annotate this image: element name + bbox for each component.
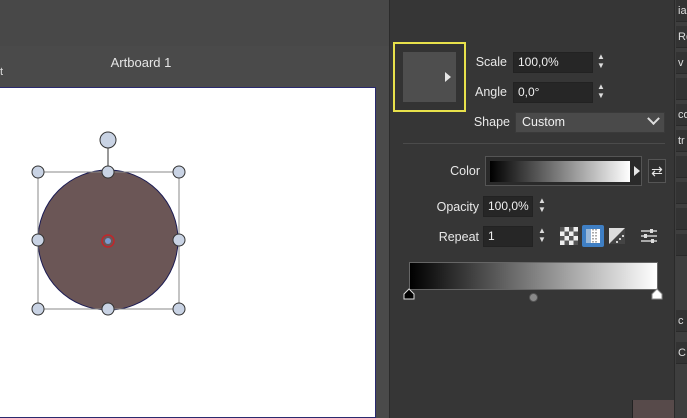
handle-bottom-mid[interactable]	[101, 302, 115, 316]
color-gradient-well[interactable]	[485, 156, 642, 186]
angle-label: Angle	[475, 85, 507, 99]
chevron-down-icon[interactable]: ▼	[594, 61, 608, 70]
strip-item[interactable]	[676, 208, 687, 230]
strip-item[interactable]: ia	[676, 0, 687, 22]
chevron-down-icon[interactable]: ▼	[535, 235, 549, 244]
repeat-stepper[interactable]: ▲ ▼	[535, 226, 549, 247]
handle-mid-right[interactable]	[172, 233, 186, 247]
strip-item[interactable]	[676, 156, 687, 178]
chevron-up-icon[interactable]: ▲	[535, 196, 549, 205]
strip-item[interactable]	[676, 182, 687, 204]
selection-overlay[interactable]	[0, 0, 390, 418]
strip-item[interactable]: Ro	[676, 26, 687, 48]
checkerboard-icon[interactable]	[558, 225, 580, 247]
gradient-stop-end[interactable]	[651, 288, 663, 300]
handle-bottom-right[interactable]	[172, 302, 186, 316]
shape-label: Shape	[473, 115, 510, 129]
strip-item[interactable]	[676, 78, 687, 100]
strip-item[interactable]: co	[676, 104, 687, 126]
shape-value: Custom	[522, 115, 566, 129]
section-divider	[403, 143, 665, 144]
handle-top-right[interactable]	[172, 165, 186, 179]
pattern-icon[interactable]	[606, 225, 628, 247]
repeat-field[interactable]: 1	[483, 226, 533, 247]
strip-item[interactable]: tr	[676, 130, 687, 152]
sliders-icon[interactable]	[638, 225, 660, 247]
chevron-down-icon[interactable]: ▼	[535, 205, 549, 214]
handle-top-mid[interactable]	[101, 165, 115, 179]
dither-icon[interactable]	[582, 225, 604, 247]
opacity-label: Opacity	[436, 200, 479, 214]
triangle-right-icon[interactable]	[634, 166, 640, 176]
color-swatch-corner[interactable]	[632, 400, 674, 418]
canvas-workspace[interactable]: t Artboard 1	[0, 0, 390, 418]
right-side-panel-strip: ia Ro v co tr c C	[674, 0, 687, 418]
gradient-midpoint-handle[interactable]	[529, 293, 538, 302]
strip-item[interactable]: v	[676, 52, 687, 74]
scale-label: Scale	[475, 55, 507, 69]
strip-item[interactable]: C	[676, 342, 687, 364]
angle-stepper[interactable]: ▲ ▼	[594, 82, 608, 103]
handle-mid-left[interactable]	[31, 233, 45, 247]
swap-icon[interactable]: ⇄	[648, 159, 666, 183]
color-label: Color	[450, 164, 480, 178]
opacity-stepper[interactable]: ▲ ▼	[535, 196, 549, 217]
preview-swatch	[403, 52, 456, 102]
center-handle-inner	[105, 238, 111, 244]
opacity-field[interactable]: 100,0%	[483, 196, 533, 217]
chevron-down-icon[interactable]: ▼	[594, 91, 608, 100]
rotation-handle[interactable]	[99, 131, 117, 149]
scale-stepper[interactable]: ▲ ▼	[594, 52, 608, 73]
gradient-preview-thumbnail[interactable]	[393, 42, 466, 112]
gradient-stop-start[interactable]	[403, 288, 415, 300]
angle-field[interactable]: 0,0°	[513, 82, 593, 103]
strip-item[interactable]	[676, 234, 687, 256]
triangle-right-icon	[445, 72, 451, 82]
color-gradient-bar	[490, 161, 630, 182]
handle-bottom-left[interactable]	[31, 302, 45, 316]
chevron-down-icon	[647, 112, 660, 126]
shape-dropdown[interactable]: Custom	[515, 112, 665, 133]
strip-item[interactable]: c	[676, 310, 687, 332]
handle-top-left[interactable]	[31, 165, 45, 179]
chevron-up-icon[interactable]: ▲	[594, 52, 608, 61]
chevron-up-icon[interactable]: ▲	[594, 82, 608, 91]
scale-field[interactable]: 100,0%	[513, 52, 593, 73]
repeat-label: Repeat	[438, 230, 479, 244]
chevron-up-icon[interactable]: ▲	[535, 226, 549, 235]
gradient-ramp[interactable]	[409, 262, 658, 290]
